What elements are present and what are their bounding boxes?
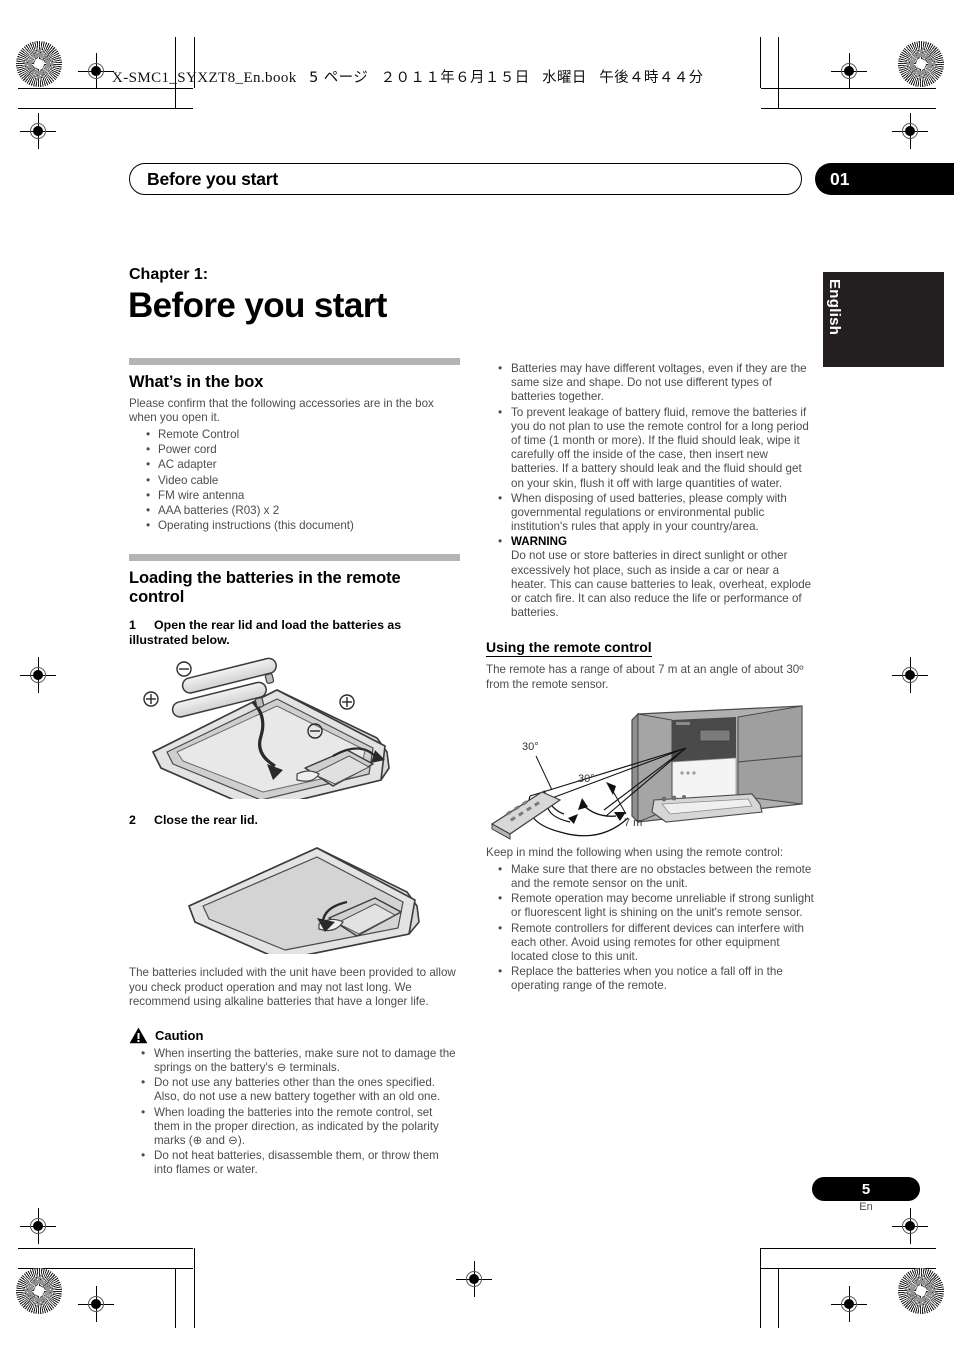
- list-item: Replace the batteries when you notice a …: [486, 964, 817, 993]
- starburst-mark-bottom-right: [898, 1268, 944, 1314]
- list-item: Remote controllers for different devices…: [486, 921, 817, 965]
- section-heading-whats-in-the-box: What’s in the box: [129, 373, 264, 391]
- battery-notes-list: Batteries may have different voltages, e…: [486, 361, 817, 620]
- list-item: Remote operation may become unreliable i…: [486, 891, 817, 920]
- remote-closed-illustration: [188, 847, 420, 962]
- step-2-text: Close the rear lid.: [154, 813, 258, 828]
- list-item: When loading the batteries into the remo…: [129, 1105, 460, 1149]
- step-1-text: Open the rear lid and load the batteries…: [129, 617, 402, 648]
- registration-mark-tr: [831, 53, 867, 89]
- remote-control-small: [490, 790, 562, 840]
- chapter-number-badge: 01: [815, 163, 954, 195]
- page-language-code: En: [859, 1201, 873, 1213]
- remote-tips-list: Make sure that there are no obstacles be…: [486, 862, 817, 994]
- starburst-mark-top-right: [898, 41, 944, 87]
- step-2: 2 Close the rear lid.: [129, 813, 460, 828]
- list-item: Do not use any batteries other than the …: [129, 1075, 460, 1104]
- section-rule: [129, 358, 460, 365]
- section-heading-using-remote: Using the remote control: [486, 639, 652, 658]
- label-distance: 7 m: [624, 817, 642, 829]
- registration-mark-tl: [78, 53, 114, 89]
- list-item: Video cable: [129, 473, 460, 488]
- list-item: When disposing of used batteries, please…: [486, 491, 817, 535]
- step-1-number: 1: [129, 617, 136, 632]
- left-column: What’s in the box Please confirm that th…: [129, 358, 460, 1179]
- list-item: Power cord: [129, 442, 460, 457]
- warning-text: Do not use or store batteries in direct …: [511, 549, 812, 620]
- chapter-number-label: 01: [830, 168, 850, 189]
- registration-mark-bottom-mid: [20, 1208, 56, 1244]
- list-item: Batteries may have different voltages, e…: [486, 361, 817, 405]
- battery-life-note: The batteries included with the unit hav…: [129, 966, 456, 1008]
- section-rule: [129, 554, 460, 562]
- caution-list: When inserting the batteries, make sure …: [129, 1046, 460, 1178]
- list-item: To prevent leakage of battery fluid, rem…: [486, 405, 817, 491]
- list-item: Remote Control: [129, 427, 460, 442]
- stereo-unit: [631, 705, 803, 824]
- page-number: 5: [861, 1180, 871, 1198]
- figure-remote-range: 30° 30° 7 m: [486, 700, 817, 846]
- caution-header: Caution: [129, 1027, 460, 1044]
- starburst-mark-bottom-left: [16, 1268, 62, 1314]
- section-heading-loading-batteries: Loading the batteries in the remote cont…: [129, 569, 401, 607]
- figure-remote-closed: [129, 836, 460, 962]
- registration-mark-bl: [78, 1286, 114, 1322]
- running-head-bar: Before you start: [129, 163, 802, 195]
- list-item: Do not heat batteries, disassemble them,…: [129, 1148, 460, 1177]
- warning-triangle-icon: [129, 1027, 148, 1044]
- label-angle-inner: 30°: [578, 773, 595, 785]
- step-2-number: 2: [129, 813, 136, 828]
- registration-mark-right-mid: [892, 657, 928, 693]
- page-title: Before you start: [128, 286, 387, 325]
- remote-range-illustration: 30° 30° 7 m: [490, 705, 803, 840]
- registration-mark-left-mid: [20, 657, 56, 693]
- using-remote-intro: The remote has a range of about 7 m at a…: [486, 663, 804, 691]
- print-header-time: 午後４時４４分: [599, 70, 704, 86]
- list-item: Make sure that there are no obstacles be…: [486, 862, 817, 891]
- print-header-weekday: 水曜日: [542, 70, 587, 86]
- language-tab-label: English: [826, 279, 843, 336]
- figure-remote-open: [129, 656, 460, 812]
- list-item: When inserting the batteries, make sure …: [129, 1046, 460, 1075]
- page-canvas: X-SMC1_SYXZT8_En.book 5 ページ ２０１１年６月１５日 水…: [0, 0, 954, 1356]
- print-header-filename: X-SMC1_SYXZT8_En.book: [112, 70, 297, 86]
- list-item: FM wire antenna: [129, 488, 460, 503]
- list-item: Operating instructions (this document): [129, 518, 460, 533]
- registration-mark-br: [831, 1286, 867, 1322]
- chapter-label: Chapter 1:: [129, 266, 209, 283]
- remote-tips-lead-in: Keep in mind the following when using th…: [486, 845, 784, 859]
- warning-label: WARNING: [511, 535, 568, 549]
- step-1: 1 Open the rear lid and load the batterie…: [129, 618, 460, 648]
- print-header-line: X-SMC1_SYXZT8_En.book 5 ページ ２０１１年６月１５日 水…: [112, 66, 704, 87]
- registration-mark-bottom-mid-r: [892, 1208, 928, 1244]
- registration-mark-footer-center: [456, 1261, 492, 1297]
- whats-in-box-list: Remote Control Power cord AC adapter Vid…: [129, 427, 460, 533]
- print-header-page-ref: 5 ページ: [309, 70, 369, 86]
- list-item: AAA batteries (R03) x 2: [129, 503, 460, 518]
- starburst-mark-top-left: [16, 41, 62, 87]
- running-head-title: Before you start: [147, 168, 278, 189]
- list-item: AC adapter: [129, 457, 460, 472]
- caution-title: Caution: [155, 1027, 204, 1043]
- registration-mark-top-mid-r: [892, 113, 928, 149]
- remote-open-illustration: [143, 657, 390, 812]
- label-angle-top: 30°: [522, 741, 539, 753]
- whats-in-box-intro: Please confirm that the following access…: [129, 396, 434, 424]
- print-header-date: ２０１１年６月１５日: [380, 70, 530, 86]
- right-column: Batteries may have different voltages, e…: [486, 358, 817, 994]
- language-side-tab: English: [823, 272, 944, 367]
- list-item-warning: WARNING Do not use or store batteries in…: [486, 534, 817, 620]
- page-number-badge: 5: [812, 1177, 920, 1201]
- registration-mark-top-mid: [20, 113, 56, 149]
